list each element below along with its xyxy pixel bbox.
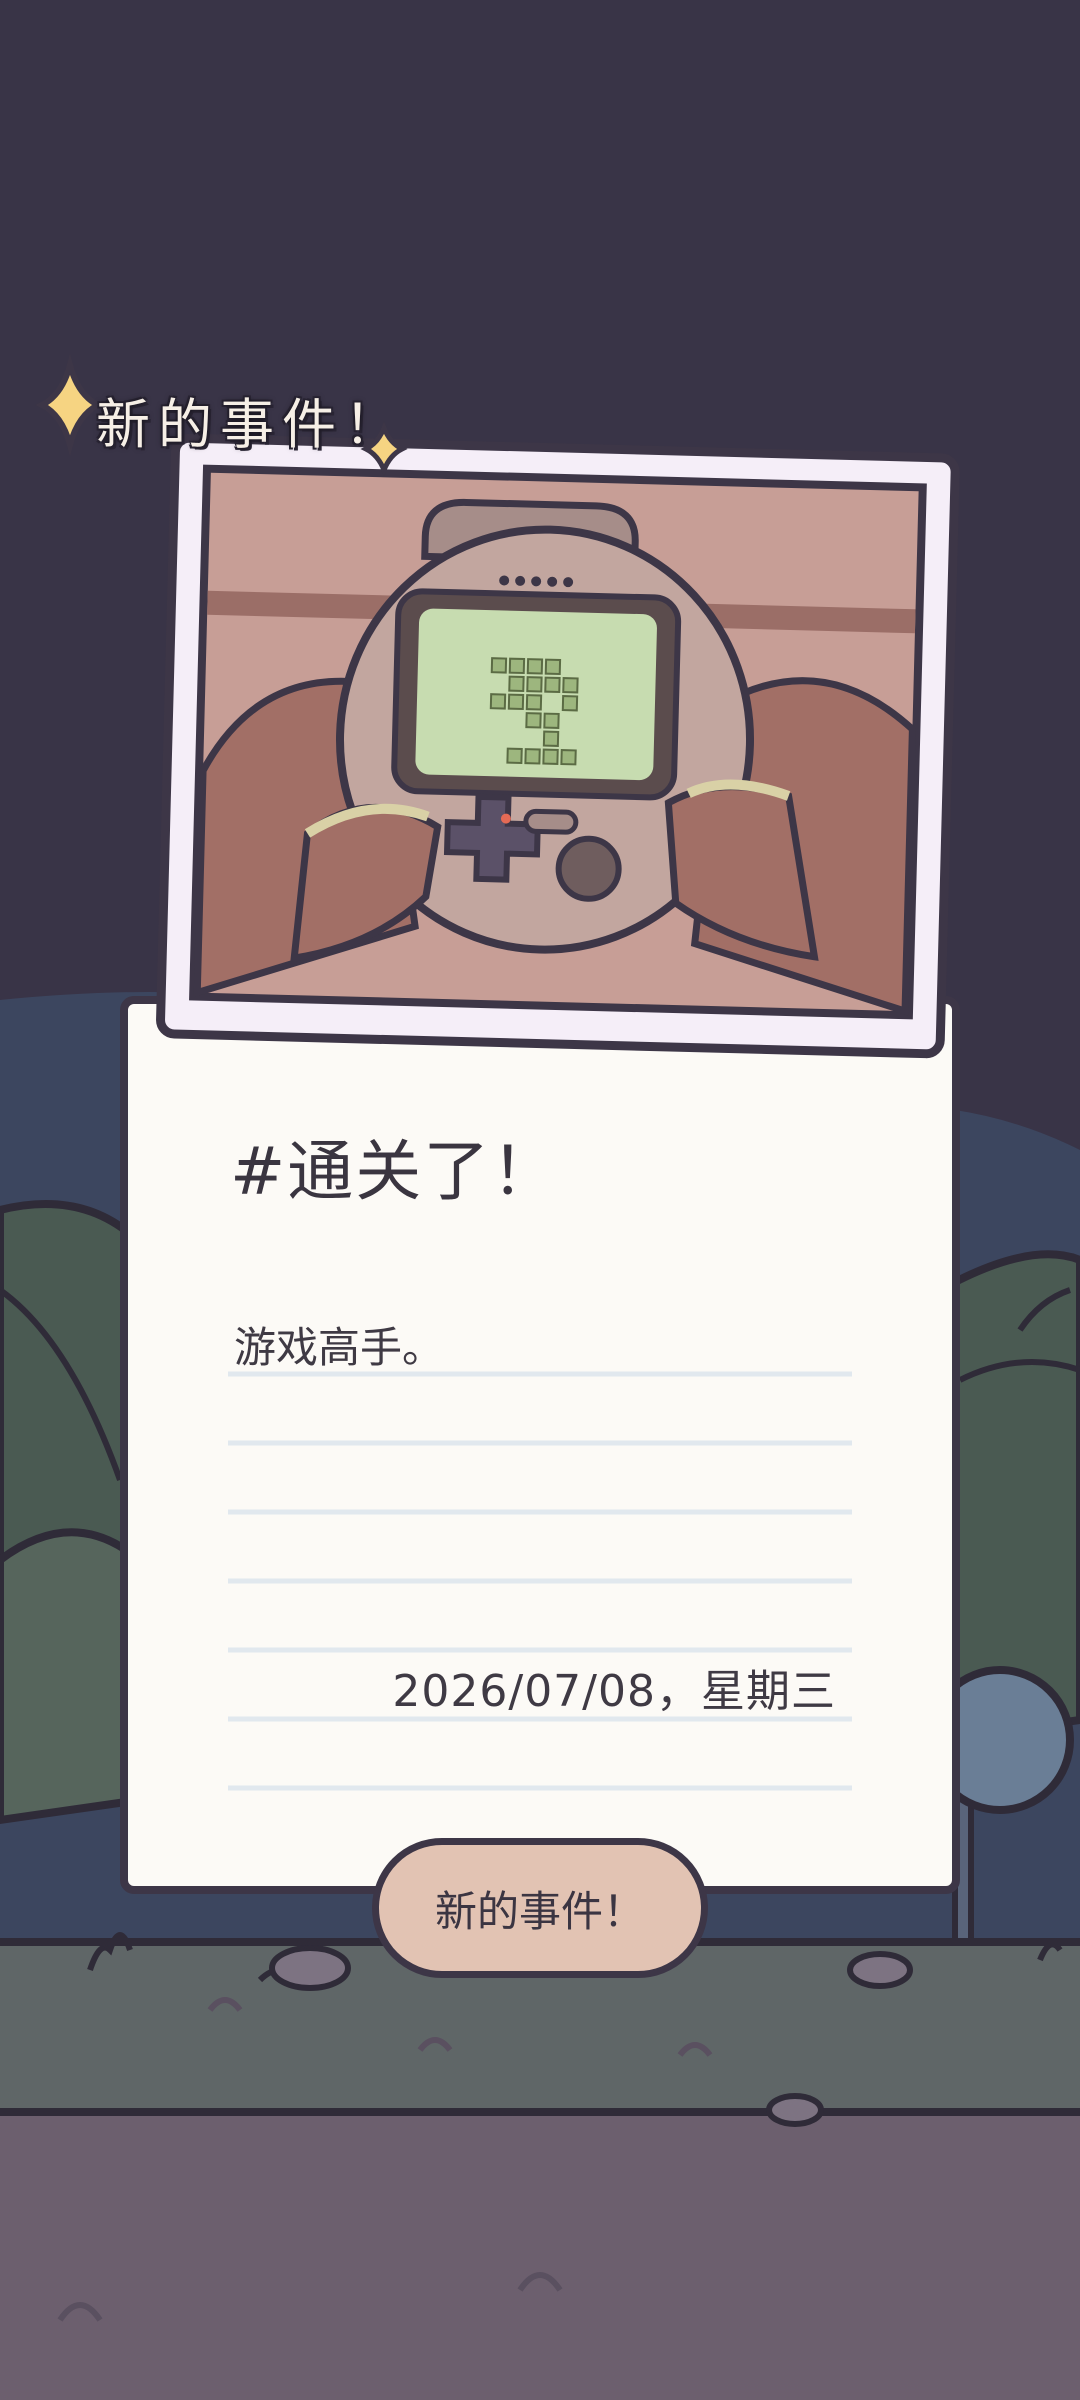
event-title: #通关了！ xyxy=(230,1133,560,1210)
new-event-header: 新的事件！ xyxy=(96,393,406,456)
diary-date: 2026/07/08，星期三 xyxy=(392,1666,836,1717)
event-overlay: 新的事件！ #通关了！ 游戏高手。 2026/07/08，星期三 新的事件！ xyxy=(0,0,1080,2400)
diary-entry-text: 游戏高手。 xyxy=(234,1323,445,1372)
new-event-button[interactable]: 新的事件！ xyxy=(372,1838,708,1978)
